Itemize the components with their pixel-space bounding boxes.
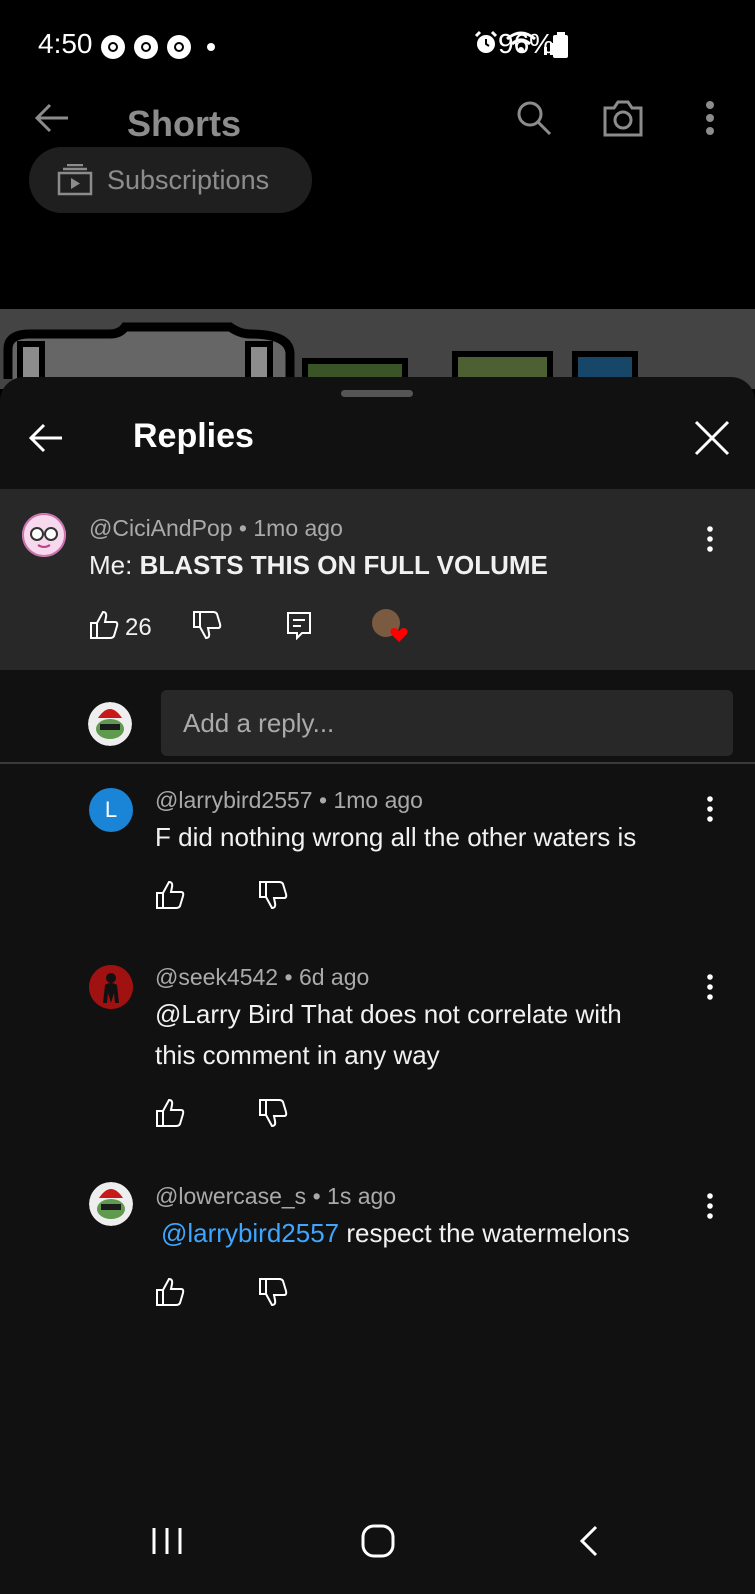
close-icon[interactable]: [693, 419, 731, 457]
subscriptions-label: Subscriptions: [107, 164, 270, 195]
reply-meta: @larrybird2557 • 1mo ago: [155, 787, 423, 813]
status-time: 4:50: [38, 28, 93, 59]
battery-icon: [553, 32, 568, 58]
more-notifications-dot: [207, 43, 215, 51]
avatar-image: [89, 965, 133, 1009]
recent-apps-icon[interactable]: [150, 1526, 184, 1556]
like-icon[interactable]: [155, 880, 185, 910]
screen: 4:50 96% Shorts Subscriptions Replies @C…: [0, 0, 755, 1594]
reply-text: @larrybird2557 respect the watermelons: [155, 1213, 630, 1254]
subscriptions-chip[interactable]: Subscriptions: [29, 147, 312, 213]
sheet-title: Replies: [133, 417, 254, 455]
battery-percent: 96%: [498, 28, 555, 59]
comment-meta: @CiciAndPop • 1mo ago: [89, 515, 343, 541]
back-arrow-icon[interactable]: [28, 420, 64, 456]
reply-mention[interactable]: @larrybird2557: [161, 1218, 339, 1248]
dislike-icon[interactable]: [258, 1098, 288, 1128]
comment-author[interactable]: @CiciAndPop: [89, 515, 233, 541]
reply-time: 1mo ago: [333, 787, 423, 813]
dislike-icon[interactable]: [192, 610, 222, 640]
avatar[interactable]: [89, 1182, 133, 1226]
status-notification-icons: [100, 34, 215, 60]
avatar[interactable]: [22, 513, 66, 557]
reply-text-body: respect the watermelons: [339, 1218, 630, 1248]
comment-text: Me: BLASTS THIS ON FULL VOLUME: [89, 545, 548, 586]
avatar-letter: L: [104, 797, 118, 822]
like-icon[interactable]: [89, 610, 119, 640]
reply-text-line-2: this comment in any way: [155, 1040, 440, 1070]
more-options-icon[interactable]: [705, 973, 715, 1001]
avatar[interactable]: L: [89, 788, 133, 832]
like-count: 26: [125, 614, 152, 641]
like-icon[interactable]: [155, 1277, 185, 1307]
drag-handle[interactable]: [341, 390, 413, 397]
parent-comment: @CiciAndPop • 1mo ago Me: BLASTS THIS ON…: [0, 489, 755, 670]
home-icon[interactable]: [361, 1524, 395, 1558]
status-bar: 4:50 96%: [0, 0, 755, 90]
more-options-icon[interactable]: [705, 795, 715, 823]
avatar-image: [22, 513, 66, 557]
alarm-icon: [474, 30, 498, 53]
dislike-icon[interactable]: [258, 1277, 288, 1307]
reply-text-line-1: @Larry Bird That does not correlate with: [155, 999, 622, 1029]
comment-time: 1mo ago: [253, 515, 343, 541]
dislike-icon[interactable]: [258, 880, 288, 910]
sheet-header: Replies: [0, 397, 755, 489]
heart-icon: [390, 628, 408, 642]
chrome-icon: [134, 35, 158, 59]
subscriptions-icon: [57, 164, 93, 196]
reply-meta: @seek4542 • 6d ago: [155, 964, 370, 990]
back-arrow-icon[interactable]: [34, 100, 70, 136]
reply-icon[interactable]: [284, 610, 314, 640]
reply-meta: @lowercase_s • 1s ago: [155, 1183, 397, 1209]
avatar[interactable]: [89, 965, 133, 1009]
search-icon[interactable]: [516, 100, 552, 136]
avatar-image: [88, 702, 132, 746]
page-title: Shorts: [127, 103, 242, 144]
reply-input-row: [0, 670, 755, 764]
more-options-icon[interactable]: [705, 1192, 715, 1220]
reply-text: F did nothing wrong all the other waters…: [155, 822, 637, 852]
chrome-icon: [101, 35, 125, 59]
reply-time: 1s ago: [327, 1183, 397, 1209]
more-options-icon[interactable]: [705, 525, 715, 553]
reply-author[interactable]: @larrybird2557: [155, 787, 313, 813]
replies-sheet: Replies @CiciAndPop • 1mo ago Me: BLASTS…: [0, 377, 755, 1594]
comment-text-bold: BLASTS THIS ON FULL VOLUME: [139, 550, 548, 580]
like-icon[interactable]: [155, 1098, 185, 1128]
reply-author[interactable]: @seek4542: [155, 964, 278, 990]
avatar-image: [89, 1182, 133, 1226]
reply-input[interactable]: [161, 690, 733, 756]
comment-text-prefix: Me:: [89, 550, 140, 580]
back-nav-icon[interactable]: [578, 1525, 600, 1557]
more-options-icon[interactable]: [702, 100, 718, 136]
system-nav-bar: [0, 1494, 755, 1594]
chrome-icon: [167, 35, 191, 59]
reply-time: 6d ago: [298, 964, 370, 990]
user-avatar: [88, 702, 132, 746]
reply-author[interactable]: @lowercase_s: [155, 1183, 306, 1209]
camera-icon[interactable]: [602, 98, 644, 138]
